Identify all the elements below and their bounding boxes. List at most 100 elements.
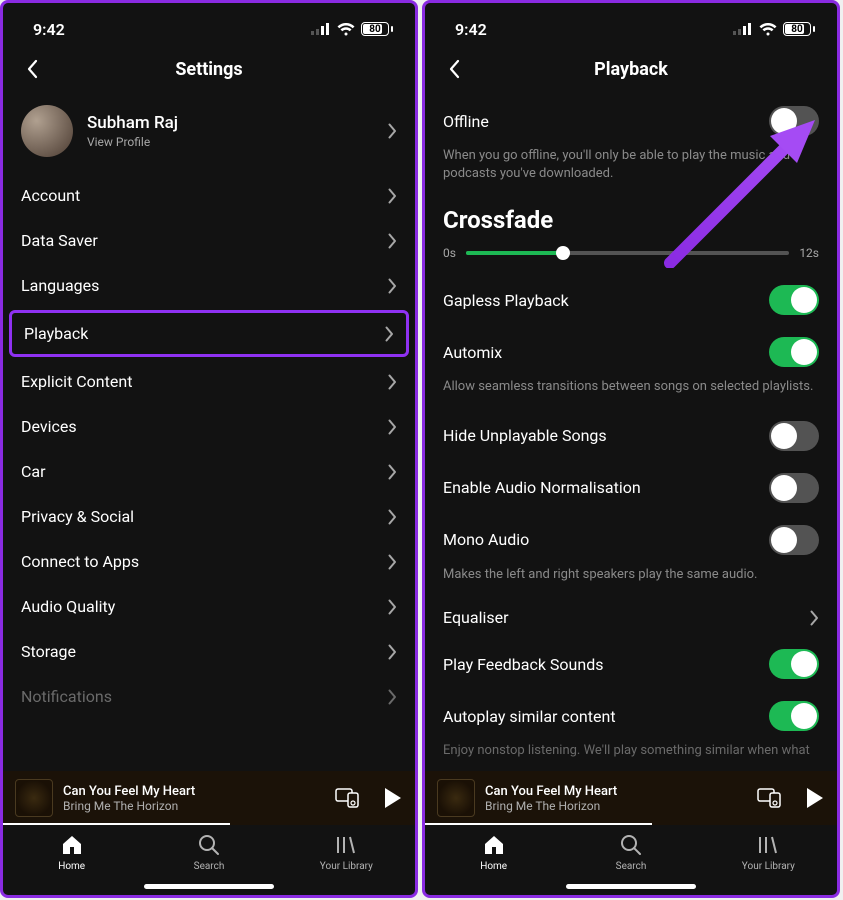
play-icon <box>805 787 825 809</box>
library-icon <box>756 833 780 857</box>
autoplay-toggle[interactable] <box>769 701 819 731</box>
back-button[interactable] <box>439 54 469 84</box>
row-car[interactable]: Car <box>3 449 415 494</box>
mono-audio-toggle[interactable] <box>769 525 819 555</box>
row-label: Devices <box>21 417 77 436</box>
tab-label: Home <box>480 861 507 872</box>
tab-bar: Home Search Your Library <box>425 825 837 878</box>
cellular-icon <box>311 23 331 35</box>
back-button[interactable] <box>17 54 47 84</box>
playback-progress <box>3 823 230 825</box>
gapless-toggle[interactable] <box>769 285 819 315</box>
wifi-icon <box>759 23 777 36</box>
row-devices[interactable]: Devices <box>3 404 415 449</box>
row-label: Mono Audio <box>443 530 529 549</box>
row-label: Car <box>21 462 46 481</box>
tab-label: Your Library <box>742 861 795 872</box>
chevron-right-icon <box>810 610 819 626</box>
tab-label: Search <box>194 861 225 872</box>
row-playback[interactable]: Playback <box>9 310 409 357</box>
row-label: Equaliser <box>443 608 509 627</box>
status-indicators: 80 <box>311 22 393 36</box>
row-privacy-social[interactable]: Privacy & Social <box>3 494 415 539</box>
offline-toggle[interactable] <box>769 106 819 136</box>
page-title: Playback <box>425 59 837 80</box>
status-bar: 9:42 80 <box>3 3 415 47</box>
home-indicator[interactable] <box>566 884 696 889</box>
chevron-right-icon <box>388 419 397 435</box>
autoplay-description: Enjoy nonstop listening. We'll play some… <box>425 742 837 764</box>
album-art <box>15 779 53 817</box>
row-label: Languages <box>21 276 99 295</box>
now-playing-bar[interactable]: Can You Feel My Heart Bring Me The Horiz… <box>425 771 837 825</box>
automix-toggle[interactable] <box>769 337 819 367</box>
header: Settings <box>3 47 415 95</box>
row-label: Enable Audio Normalisation <box>443 478 641 497</box>
chevron-right-icon <box>388 464 397 480</box>
track-artist: Bring Me The Horizon <box>485 799 747 813</box>
tab-library[interactable]: Your Library <box>700 833 837 872</box>
row-label: Gapless Playback <box>443 291 569 310</box>
home-icon <box>482 833 506 857</box>
playback-settings-list[interactable]: Offline When you go offline, you'll only… <box>425 95 837 771</box>
row-data-saver[interactable]: Data Saver <box>3 218 415 263</box>
play-button[interactable] <box>383 787 403 809</box>
hide-unplayable-toggle[interactable] <box>769 421 819 451</box>
row-connect-to-apps[interactable]: Connect to Apps <box>3 539 415 584</box>
home-icon <box>60 833 84 857</box>
row-storage[interactable]: Storage <box>3 629 415 674</box>
row-languages[interactable]: Languages <box>3 263 415 308</box>
track-title: Can You Feel My Heart <box>63 784 325 799</box>
connect-device-icon <box>335 788 361 808</box>
cellular-icon <box>733 23 753 35</box>
slider-max: 12s <box>799 246 819 260</box>
offline-description: When you go offline, you'll only be able… <box>425 147 837 196</box>
chevron-right-icon <box>388 123 397 139</box>
tab-label: Home <box>58 861 85 872</box>
tab-home[interactable]: Home <box>3 833 140 872</box>
crossfade-slider-row: 0s 12s <box>425 242 837 274</box>
header: Playback <box>425 47 837 95</box>
mono-description: Makes the left and right speakers play t… <box>425 566 837 598</box>
row-label: Play Feedback Sounds <box>443 655 603 674</box>
row-label: Connect to Apps <box>21 552 139 571</box>
connect-device-button[interactable] <box>757 788 783 808</box>
row-audio-quality[interactable]: Audio Quality <box>3 584 415 629</box>
row-explicit-content[interactable]: Explicit Content <box>3 359 415 404</box>
row-audio-normalisation: Enable Audio Normalisation <box>425 462 837 514</box>
crossfade-slider[interactable] <box>466 251 789 255</box>
playback-progress <box>425 823 652 825</box>
row-autoplay-similar: Autoplay similar content <box>425 690 837 742</box>
status-time: 9:42 <box>33 20 65 39</box>
normalisation-toggle[interactable] <box>769 473 819 503</box>
avatar <box>21 105 73 157</box>
feedback-sounds-toggle[interactable] <box>769 649 819 679</box>
tab-library[interactable]: Your Library <box>278 833 415 872</box>
play-button[interactable] <box>805 787 825 809</box>
tab-search[interactable]: Search <box>562 833 699 872</box>
automix-description: Allow seamless transitions between songs… <box>425 378 837 410</box>
search-icon <box>197 833 221 857</box>
connect-device-button[interactable] <box>335 788 361 808</box>
row-label: Autoplay similar content <box>443 707 616 726</box>
row-label: Audio Quality <box>21 597 115 616</box>
row-equaliser[interactable]: Equaliser <box>425 597 837 638</box>
battery-icon: 80 <box>361 22 393 36</box>
track-title: Can You Feel My Heart <box>485 784 747 799</box>
row-label: Privacy & Social <box>21 507 134 526</box>
chevron-right-icon <box>388 554 397 570</box>
row-notifications[interactable]: Notifications <box>3 674 415 719</box>
tab-home[interactable]: Home <box>425 833 562 872</box>
settings-list[interactable]: Subham Raj View Profile Account Data Sav… <box>3 95 415 771</box>
status-indicators: 80 <box>733 22 815 36</box>
chevron-right-icon <box>388 509 397 525</box>
row-label: Explicit Content <box>21 372 132 391</box>
tab-search[interactable]: Search <box>140 833 277 872</box>
row-play-feedback-sounds: Play Feedback Sounds <box>425 638 837 690</box>
row-account[interactable]: Account <box>3 173 415 218</box>
battery-icon: 80 <box>783 22 815 36</box>
row-label: Account <box>21 186 80 205</box>
now-playing-bar[interactable]: Can You Feel My Heart Bring Me The Horiz… <box>3 771 415 825</box>
profile-row[interactable]: Subham Raj View Profile <box>3 95 415 173</box>
home-indicator[interactable] <box>144 884 274 889</box>
